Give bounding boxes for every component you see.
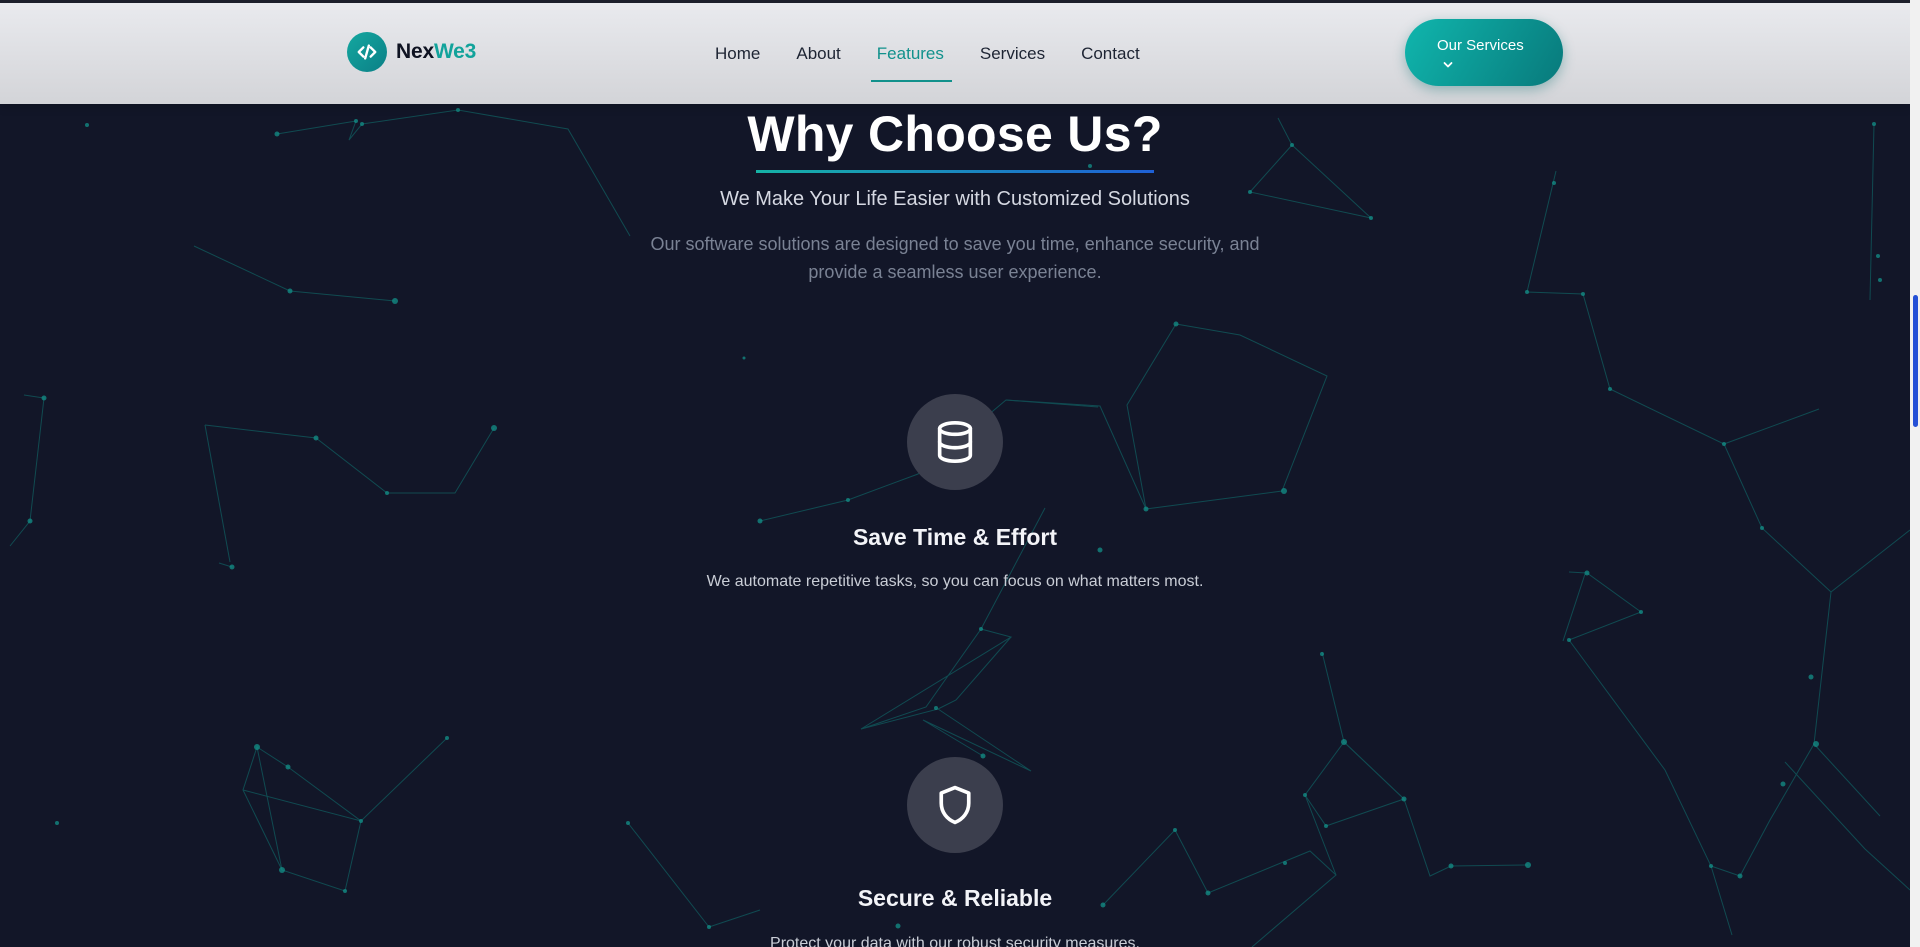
main-nav: Home About Features Services Contact — [715, 3, 1176, 104]
our-services-dropdown-button[interactable]: Our Services — [1405, 19, 1563, 86]
title-underline — [756, 170, 1154, 173]
nav-link-features[interactable]: Features — [870, 44, 952, 82]
nav-link-contact[interactable]: Contact — [1081, 44, 1140, 64]
feature-title: Secure & Reliable — [857, 885, 1053, 911]
nav-link-services[interactable]: Services — [980, 44, 1045, 64]
chevron-down-icon — [1443, 62, 1453, 68]
page-scrollbar[interactable] — [1910, 0, 1920, 947]
window-top-edge — [0, 0, 1910, 3]
feature-description: Protect your data with our robust securi… — [770, 935, 1140, 947]
our-services-label: Our Services — [1437, 37, 1524, 54]
database-icon — [907, 394, 1003, 490]
brand-logo[interactable]: NexWe3 — [347, 32, 476, 72]
feature-description: We automate repetitive tasks, so you can… — [706, 573, 1204, 590]
section-subtitle: We Make Your Life Easier with Customized… — [720, 188, 1190, 210]
code-icon — [347, 32, 387, 72]
brand-name-main: Nex — [396, 40, 434, 63]
brand-name: NexWe3 — [396, 40, 476, 64]
feature-title: Save Time & Effort — [852, 524, 1058, 550]
shield-icon — [907, 757, 1003, 853]
page: NexWe3 Home About Features Services Cont… — [0, 0, 1910, 947]
nav-link-home[interactable]: Home — [715, 44, 760, 64]
brand-name-accent: We3 — [433, 40, 477, 63]
section-title: Why Choose Us? — [747, 106, 1163, 162]
scrollbar-thumb[interactable] — [1913, 295, 1918, 427]
navbar: NexWe3 Home About Features Services Cont… — [0, 3, 1910, 104]
nav-link-about[interactable]: About — [796, 44, 840, 64]
section-description: Our software solutions are designed to s… — [650, 234, 1260, 282]
